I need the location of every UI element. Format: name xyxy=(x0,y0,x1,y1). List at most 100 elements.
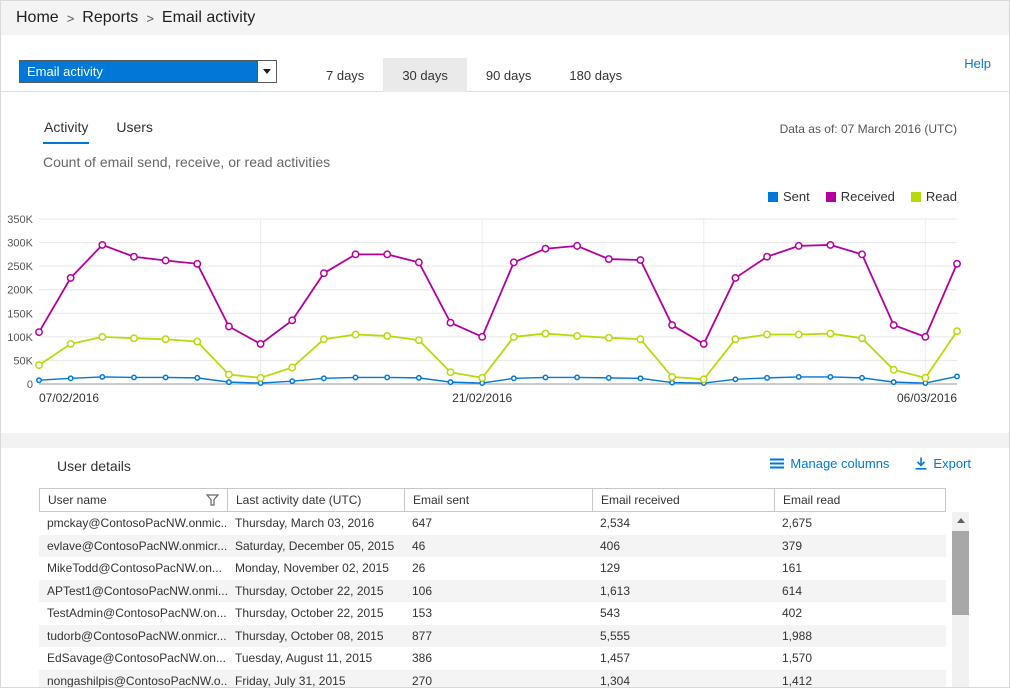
table-cell: Saturday, December 05, 2015 xyxy=(227,535,404,558)
table-cell: MikeTodd@ContosoPacNW.on... xyxy=(39,557,227,580)
table-row[interactable]: pmckay@ContosoPacNW.onmic...Thursday, Ma… xyxy=(39,512,946,535)
column-header-label: Email read xyxy=(783,493,840,507)
column-header-email-sent[interactable]: Email sent xyxy=(405,489,593,511)
columns-icon xyxy=(770,458,784,469)
table-cell: Thursday, October 08, 2015 xyxy=(227,625,404,648)
table-cell: tudorb@ContosoPacNW.onmicr... xyxy=(39,625,227,648)
table-cell: 153 xyxy=(404,602,592,625)
svg-text:300K: 300K xyxy=(7,238,33,250)
table-row[interactable]: evlave@ContosoPacNW.onmicr...Saturday, D… xyxy=(39,535,946,558)
table-scrollbar[interactable] xyxy=(952,512,969,687)
column-header-label: Email received xyxy=(601,493,680,507)
chart-legend: Sent Received Read xyxy=(768,189,957,204)
report-tabs: Activity Users xyxy=(43,119,154,144)
table-cell: 129 xyxy=(592,557,774,580)
table-cell: EdSavage@ContosoPacNW.on... xyxy=(39,647,227,670)
report-type-select[interactable]: Email activity xyxy=(19,60,277,83)
svg-text:100K: 100K xyxy=(7,332,33,344)
table-row[interactable]: MikeTodd@ContosoPacNW.on...Monday, Novem… xyxy=(39,557,946,580)
range-tabs: 7 days30 days90 days180 days xyxy=(307,58,641,92)
report-type-select-value: Email activity xyxy=(20,61,257,82)
table-cell: APTest1@ContosoPacNW.onmi... xyxy=(39,580,227,603)
table-row[interactable]: EdSavage@ContosoPacNW.on...Tuesday, Augu… xyxy=(39,647,946,670)
table-cell: 543 xyxy=(592,602,774,625)
scroll-up-arrow-icon[interactable] xyxy=(952,512,969,529)
legend-label: Sent xyxy=(783,189,810,204)
table-row[interactable]: APTest1@ContosoPacNW.onmi...Thursday, Oc… xyxy=(39,580,946,603)
tab-users[interactable]: Users xyxy=(115,119,154,144)
table-cell: 1,988 xyxy=(774,625,946,648)
chevron-down-icon xyxy=(257,61,276,82)
column-header-user-name[interactable]: User name xyxy=(40,489,228,511)
chart-subtitle: Count of email send, receive, or read ac… xyxy=(43,154,330,170)
manage-columns-button[interactable]: Manage columns xyxy=(770,456,889,471)
email-activity-report-screen: Home > Reports > Email activity Email activi… xyxy=(0,0,1010,688)
export-label: Export xyxy=(933,456,971,471)
range-tab-180-days[interactable]: 180 days xyxy=(550,58,641,92)
table-cell: TestAdmin@ContosoPacNW.on... xyxy=(39,602,227,625)
column-header-label: Email sent xyxy=(413,493,469,507)
svg-text:250K: 250K xyxy=(7,261,33,273)
user-details-table: User name Last activity date (UTC) Email s… xyxy=(39,488,946,688)
table-row[interactable]: tudorb@ContosoPacNW.onmicr...Thursday, O… xyxy=(39,625,946,648)
user-details-title: User details xyxy=(57,458,131,474)
breadcrumb-item-reports[interactable]: Reports xyxy=(82,9,138,27)
table-cell: 402 xyxy=(774,602,946,625)
column-header-email-read[interactable]: Email read xyxy=(775,489,945,511)
manage-columns-label: Manage columns xyxy=(790,456,889,471)
svg-text:0: 0 xyxy=(27,379,33,391)
column-header-email-received[interactable]: Email received xyxy=(593,489,775,511)
download-icon xyxy=(915,457,927,470)
table-cell: 386 xyxy=(404,647,592,670)
legend-item-sent: Sent xyxy=(768,189,810,204)
table-row[interactable]: TestAdmin@ContosoPacNW.on...Thursday, Oc… xyxy=(39,602,946,625)
breadcrumb-separator: > xyxy=(67,11,75,26)
table-body: pmckay@ContosoPacNW.onmic...Thursday, Ma… xyxy=(39,512,946,688)
svg-text:50K: 50K xyxy=(13,355,33,367)
svg-text:350K: 350K xyxy=(7,214,33,226)
table-cell: 1,304 xyxy=(592,670,774,688)
export-button[interactable]: Export xyxy=(915,456,971,471)
activity-chart: 050K100K150K200K250K300K350K07/02/201621… xyxy=(1,203,1010,415)
table-cell: 106 xyxy=(404,580,592,603)
table-cell: 1,570 xyxy=(774,647,946,670)
table-header-row: User name Last activity date (UTC) Email s… xyxy=(39,488,946,512)
svg-text:21/02/2016: 21/02/2016 xyxy=(452,391,512,405)
table-row[interactable]: nongashilpis@ContosoPacNW.o...Friday, Ju… xyxy=(39,670,946,688)
column-header-label: User name xyxy=(48,493,107,507)
help-link[interactable]: Help xyxy=(964,35,991,91)
table-actions: Manage columns Export xyxy=(770,456,971,471)
table-cell: 26 xyxy=(404,557,592,580)
table-cell: Thursday, March 03, 2016 xyxy=(227,512,404,535)
table-cell: evlave@ContosoPacNW.onmicr... xyxy=(39,535,227,558)
scrollbar-thumb[interactable] xyxy=(952,531,969,615)
tab-activity[interactable]: Activity xyxy=(43,119,89,144)
breadcrumb: Home>Reports>Email activity xyxy=(1,1,1009,35)
table-cell: 877 xyxy=(404,625,592,648)
section-divider xyxy=(1,433,1009,448)
user-details-section: User details Manage columns Export User … xyxy=(1,448,1009,687)
toolbar: Email activity 7 days30 days90 days180 d… xyxy=(1,35,1009,92)
breadcrumb-item-home[interactable]: Home xyxy=(16,9,59,27)
table-cell: Monday, November 02, 2015 xyxy=(227,557,404,580)
breadcrumb-separator: > xyxy=(146,11,154,26)
table-cell: 406 xyxy=(592,535,774,558)
svg-text:200K: 200K xyxy=(7,285,33,297)
column-header-last-activity-date-utc[interactable]: Last activity date (UTC) xyxy=(228,489,405,511)
range-tab-7-days[interactable]: 7 days xyxy=(307,58,383,92)
legend-swatch-read xyxy=(911,192,921,202)
table-cell: 1,457 xyxy=(592,647,774,670)
table-cell: Thursday, October 22, 2015 xyxy=(227,602,404,625)
data-as-of-label: Data as of: 07 March 2016 (UTC) xyxy=(780,122,957,136)
range-tab-90-days[interactable]: 90 days xyxy=(467,58,551,92)
table-cell: Friday, July 31, 2015 xyxy=(227,670,404,688)
legend-item-received: Received xyxy=(826,189,895,204)
range-tab-30-days[interactable]: 30 days xyxy=(383,58,467,92)
table-cell: 2,534 xyxy=(592,512,774,535)
legend-label: Read xyxy=(926,189,957,204)
table-cell: 46 xyxy=(404,535,592,558)
table-cell: Thursday, October 22, 2015 xyxy=(227,580,404,603)
filter-icon[interactable] xyxy=(206,494,219,506)
svg-text:07/02/2016: 07/02/2016 xyxy=(39,391,99,405)
table-cell: 647 xyxy=(404,512,592,535)
